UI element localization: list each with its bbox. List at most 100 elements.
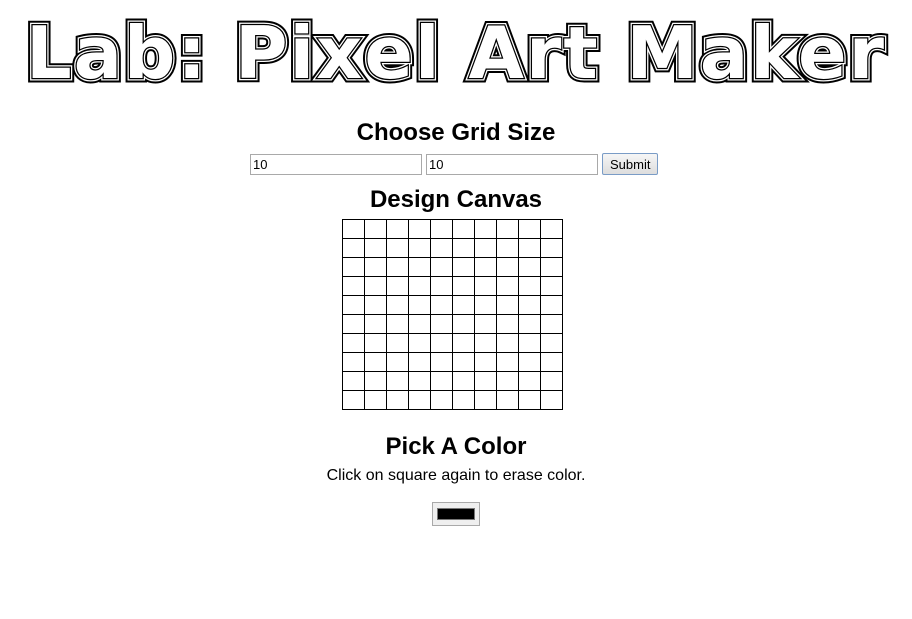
canvas-cell[interactable] [496, 219, 519, 239]
canvas-cell[interactable] [474, 257, 497, 277]
canvas-cell[interactable] [386, 257, 409, 277]
canvas-cell[interactable] [342, 219, 365, 239]
canvas-cell[interactable] [342, 390, 365, 410]
canvas-cell[interactable] [430, 333, 453, 353]
canvas-cell[interactable] [386, 295, 409, 315]
canvas-cell[interactable] [430, 238, 453, 258]
canvas-cell[interactable] [386, 219, 409, 239]
canvas-cell[interactable] [386, 390, 409, 410]
canvas-cell[interactable] [342, 257, 365, 277]
canvas-cell[interactable] [364, 371, 387, 391]
canvas-cell[interactable] [342, 333, 365, 353]
canvas-cell[interactable] [452, 238, 475, 258]
canvas-cell[interactable] [408, 314, 431, 334]
canvas-cell[interactable] [518, 219, 541, 239]
canvas-cell[interactable] [496, 314, 519, 334]
canvas-cell[interactable] [540, 295, 563, 315]
canvas-cell[interactable] [430, 257, 453, 277]
canvas-cell[interactable] [342, 238, 365, 258]
canvas-cell[interactable] [364, 314, 387, 334]
canvas-cell[interactable] [540, 238, 563, 258]
canvas-cell[interactable] [364, 390, 387, 410]
canvas-cell[interactable] [518, 238, 541, 258]
canvas-cell[interactable] [452, 333, 475, 353]
canvas-cell[interactable] [408, 238, 431, 258]
canvas-cell[interactable] [342, 276, 365, 296]
canvas-cell[interactable] [386, 371, 409, 391]
canvas-cell[interactable] [364, 352, 387, 372]
canvas-cell[interactable] [496, 238, 519, 258]
canvas-cell[interactable] [518, 352, 541, 372]
canvas-cell[interactable] [452, 314, 475, 334]
canvas-cell[interactable] [540, 276, 563, 296]
canvas-cell[interactable] [386, 333, 409, 353]
canvas-cell[interactable] [474, 352, 497, 372]
canvas-cell[interactable] [452, 352, 475, 372]
canvas-cell[interactable] [496, 257, 519, 277]
canvas-cell[interactable] [518, 333, 541, 353]
canvas-cell[interactable] [540, 257, 563, 277]
canvas-cell[interactable] [408, 333, 431, 353]
canvas-cell[interactable] [518, 295, 541, 315]
canvas-cell[interactable] [496, 352, 519, 372]
canvas-cell[interactable] [452, 276, 475, 296]
canvas-cell[interactable] [474, 276, 497, 296]
canvas-cell[interactable] [386, 352, 409, 372]
canvas-cell[interactable] [452, 257, 475, 277]
canvas-cell[interactable] [474, 371, 497, 391]
canvas-cell[interactable] [408, 219, 431, 239]
canvas-cell[interactable] [474, 314, 497, 334]
canvas-cell[interactable] [364, 295, 387, 315]
canvas-cell[interactable] [386, 276, 409, 296]
canvas-cell[interactable] [408, 295, 431, 315]
canvas-cell[interactable] [540, 352, 563, 372]
canvas-cell[interactable] [452, 390, 475, 410]
canvas-cell[interactable] [474, 238, 497, 258]
canvas-cell[interactable] [540, 390, 563, 410]
canvas-cell[interactable] [430, 352, 453, 372]
submit-button[interactable]: Submit [602, 153, 659, 175]
canvas-cell[interactable] [518, 390, 541, 410]
canvas-cell[interactable] [496, 371, 519, 391]
canvas-cell[interactable] [408, 257, 431, 277]
canvas-cell[interactable] [496, 390, 519, 410]
canvas-cell[interactable] [342, 314, 365, 334]
canvas-cell[interactable] [518, 371, 541, 391]
canvas-cell[interactable] [496, 276, 519, 296]
canvas-cell[interactable] [408, 352, 431, 372]
canvas-cell[interactable] [430, 314, 453, 334]
canvas-cell[interactable] [496, 295, 519, 315]
canvas-cell[interactable] [408, 276, 431, 296]
canvas-cell[interactable] [364, 333, 387, 353]
canvas-cell[interactable] [386, 314, 409, 334]
canvas-cell[interactable] [540, 219, 563, 239]
canvas-cell[interactable] [430, 219, 453, 239]
canvas-cell[interactable] [364, 219, 387, 239]
canvas-cell[interactable] [342, 352, 365, 372]
canvas-cell[interactable] [518, 257, 541, 277]
canvas-cell[interactable] [386, 238, 409, 258]
canvas-cell[interactable] [430, 276, 453, 296]
canvas-cell[interactable] [430, 371, 453, 391]
canvas-cell[interactable] [364, 276, 387, 296]
canvas-cell[interactable] [430, 390, 453, 410]
canvas-cell[interactable] [518, 276, 541, 296]
canvas-cell[interactable] [474, 390, 497, 410]
canvas-cell[interactable] [474, 295, 497, 315]
canvas-cell[interactable] [342, 295, 365, 315]
canvas-cell[interactable] [364, 257, 387, 277]
canvas-cell[interactable] [408, 371, 431, 391]
canvas-cell[interactable] [408, 390, 431, 410]
color-picker[interactable] [432, 502, 480, 526]
canvas-cell[interactable] [540, 314, 563, 334]
grid-width-input[interactable] [426, 153, 598, 175]
canvas-cell[interactable] [364, 238, 387, 258]
canvas-cell[interactable] [474, 333, 497, 353]
canvas-cell[interactable] [430, 295, 453, 315]
canvas-cell[interactable] [540, 371, 563, 391]
canvas-cell[interactable] [518, 314, 541, 334]
canvas-cell[interactable] [452, 371, 475, 391]
canvas-cell[interactable] [342, 371, 365, 391]
grid-height-input[interactable] [250, 153, 422, 175]
canvas-cell[interactable] [496, 333, 519, 353]
